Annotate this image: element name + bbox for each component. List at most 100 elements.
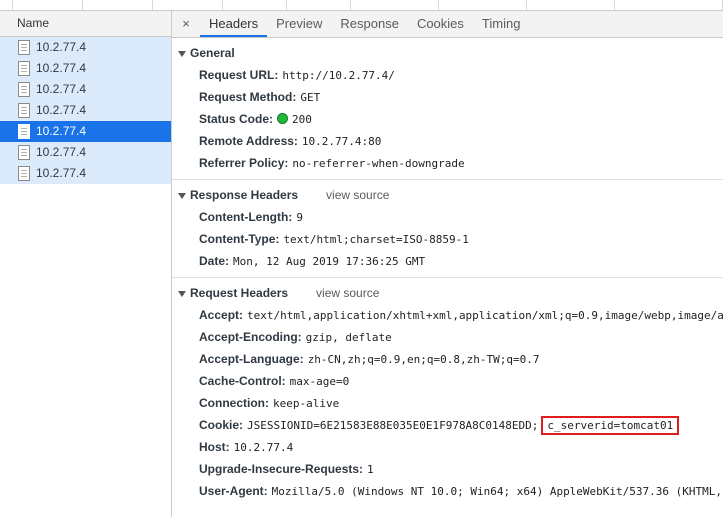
close-icon[interactable]: × [172,11,200,37]
document-icon [18,124,30,139]
document-icon [18,103,30,118]
request-row-selected[interactable]: 10.2.77.4 [0,121,171,142]
header-row: Upgrade-Insecure-Requests: 1 [172,458,723,480]
toolbar-cell [286,0,351,10]
header-row: User-Agent: Mozilla/5.0 (Windows NT 10.0;… [172,480,723,502]
header-value: max-age=0 [289,375,350,388]
header-row: Content-Type: text/html;charset=ISO-8859-… [172,228,723,250]
request-name: 10.2.77.4 [36,166,87,180]
triangle-down-icon [178,50,186,57]
tab-preview[interactable]: Preview [267,11,331,37]
header-value: 200 [292,113,312,126]
view-source-link[interactable]: view source [326,188,389,202]
cookie-serverid-highlight: c_serverid=tomcat01 [541,416,680,435]
header-key: Date: [199,254,230,268]
name-column-header[interactable]: Name [0,11,171,37]
header-key: Cookie: [199,418,244,432]
header-row: Accept-Encoding: gzip, deflate [172,326,723,348]
toolbar-cell [152,0,223,10]
header-key: Accept-Encoding: [199,330,302,344]
header-value: zh-CN,zh;q=0.9,en;q=0.8,zh-TW;q=0.7 [307,353,540,366]
request-row[interactable]: 10.2.77.4 [0,79,171,100]
request-row[interactable]: 10.2.77.4 [0,58,171,79]
toolbar-cell [222,0,287,10]
header-row: Cookie: JSESSIONID=6E21583E88E035E0E1F978… [172,414,723,436]
header-row: Request Method: GET [172,86,723,108]
request-row[interactable]: 10.2.77.4 [0,163,171,184]
toolbar-strip [0,0,723,11]
header-value: no-referrer-when-downgrade [292,157,465,170]
header-row: Status Code: 200 [172,108,723,130]
header-key: Content-Type: [199,232,280,246]
devtools-network-panel: Name 10.2.77.4 10.2.77.4 10.2.77.4 10.2.… [0,0,723,517]
document-icon [18,82,30,97]
request-name: 10.2.77.4 [36,124,87,138]
header-key: Request Method: [199,90,297,104]
header-row: Host: 10.2.77.4 [172,436,723,458]
header-value: Mon, 12 Aug 2019 17:36:25 GMT [233,255,426,268]
detail-tabbar: × Headers Preview Response Cookies Timin… [172,11,723,38]
header-key: Cache-Control: [199,374,286,388]
header-key: Request URL: [199,68,279,82]
request-row[interactable]: 10.2.77.4 [0,100,171,121]
tab-headers[interactable]: Headers [200,11,268,37]
response-headers-section-header[interactable]: Response Headers view source [172,184,723,206]
header-value: Mozilla/5.0 (Windows NT 10.0; Win64; x64… [271,485,723,498]
section-title: General [190,46,235,60]
tab-timing[interactable]: Timing [473,11,530,37]
document-icon [18,40,30,55]
header-key: Status Code: [199,112,274,126]
tab-response[interactable]: Response [331,11,408,37]
request-row[interactable]: 10.2.77.4 [0,142,171,163]
request-row[interactable]: 10.2.77.4 [0,37,171,58]
triangle-down-icon [178,290,186,297]
header-value: text/html;charset=ISO-8859-1 [283,233,469,246]
request-name: 10.2.77.4 [36,40,87,54]
toolbar-cell [82,0,153,10]
header-value: 1 [367,463,374,476]
general-section: General Request URL: http://10.2.77.4/ Re… [172,42,723,180]
header-value: 10.2.77.4:80 [301,135,382,148]
request-list: 10.2.77.4 10.2.77.4 10.2.77.4 10.2.77.4 … [0,37,171,184]
header-row: Accept-Language: zh-CN,zh;q=0.9,en;q=0.8,… [172,348,723,370]
header-value: keep-alive [273,397,340,410]
toolbar-cell [614,0,723,10]
general-section-header[interactable]: General [172,42,723,64]
header-row: Request URL: http://10.2.77.4/ [172,64,723,86]
header-key: Host: [199,440,230,454]
header-value: 9 [296,211,303,224]
response-headers-section: Response Headers view source Content-Leng… [172,184,723,278]
toolbar-cell [350,0,439,10]
section-title: Response Headers [190,188,299,202]
document-icon [18,61,30,76]
document-icon [18,166,30,181]
header-row: Date: Mon, 12 Aug 2019 17:36:25 GMT [172,250,723,272]
toolbar-cell [438,0,527,10]
status-ok-icon [277,113,289,124]
header-key: Content-Length: [199,210,293,224]
header-value: 10.2.77.4 [233,441,294,454]
header-key: Referrer Policy: [199,156,289,170]
tab-cookies[interactable]: Cookies [408,11,473,37]
document-icon [18,145,30,160]
header-key: Accept-Language: [199,352,304,366]
header-row: Accept: text/html,application/xhtml+xml,a… [172,304,723,326]
request-list-pane: Name 10.2.77.4 10.2.77.4 10.2.77.4 10.2.… [0,11,172,517]
request-name: 10.2.77.4 [36,82,87,96]
section-title: Request Headers [190,286,289,300]
header-row: Remote Address: 10.2.77.4:80 [172,130,723,152]
header-key: User-Agent: [199,484,268,498]
view-source-link[interactable]: view source [316,286,379,300]
header-row: Referrer Policy: no-referrer-when-downgra… [172,152,723,174]
header-value: gzip, deflate [305,331,392,344]
request-headers-section: Request Headers view source Accept: text/h… [172,282,723,502]
triangle-down-icon [178,192,186,199]
request-headers-section-header[interactable]: Request Headers view source [172,282,723,304]
header-value: http://10.2.77.4/ [282,69,395,82]
toolbar-cell [526,0,615,10]
request-detail-pane: × Headers Preview Response Cookies Timin… [172,11,723,517]
header-key: Remote Address: [199,134,298,148]
header-value: text/html,application/xhtml+xml,applicat… [247,309,723,322]
request-name: 10.2.77.4 [36,103,87,117]
header-row: Connection: keep-alive [172,392,723,414]
